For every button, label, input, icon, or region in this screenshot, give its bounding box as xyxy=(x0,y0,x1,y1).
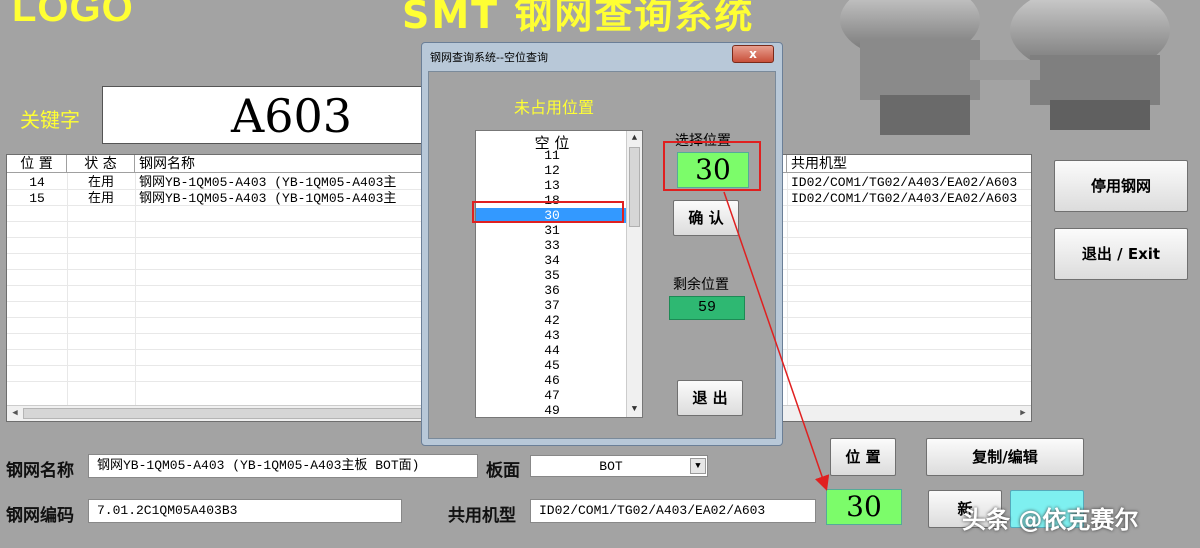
annotation-arrow xyxy=(723,191,830,491)
